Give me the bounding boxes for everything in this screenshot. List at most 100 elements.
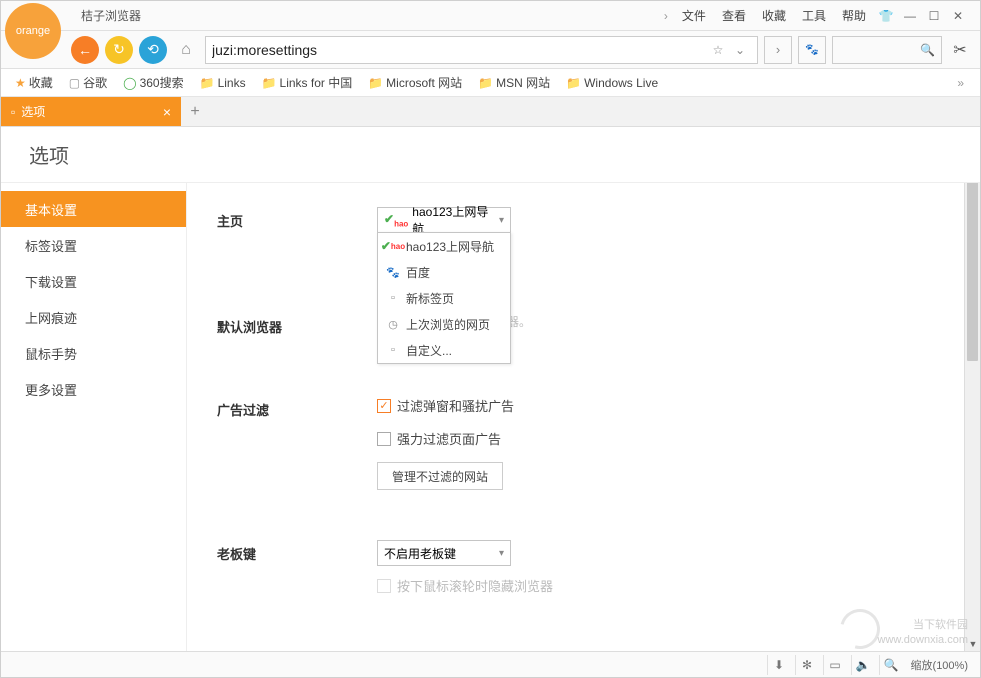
bookmarks-bar: ★收藏 ▢谷歌 ◯360搜索 📁Links 📁Links for 中国 📁Mic… xyxy=(1,69,980,97)
back-button[interactable]: ← xyxy=(71,36,99,64)
adblock-label: 广告过滤 xyxy=(217,396,377,419)
browser-window: orange 桔子浏览器 › 文件 查看 收藏 工具 帮助 👕 — ☐ ✕ ← … xyxy=(0,0,981,678)
settings-icon[interactable]: ✻ xyxy=(795,655,819,675)
adblock-manage-button[interactable]: 管理不过滤的网站 xyxy=(377,462,503,490)
bosskey-hint-checkbox: 按下鼠标滚轮时隐藏浏览器 xyxy=(377,576,553,595)
dropdown-item-lastsession[interactable]: ◷上次浏览的网页 xyxy=(378,311,510,337)
search-icon[interactable]: 🔍 xyxy=(920,43,935,57)
refresh-button[interactable]: ↻ xyxy=(105,36,133,64)
bosskey-combo[interactable]: 不启用老板键 ▾ xyxy=(377,540,511,566)
star-icon: ★ xyxy=(15,76,26,90)
bookmark-links-cn[interactable]: 📁Links for 中国 xyxy=(256,72,359,93)
caret-down-icon: ▾ xyxy=(499,215,504,226)
folder-icon: 📁 xyxy=(200,76,215,90)
menu-help[interactable]: 帮助 xyxy=(836,5,872,26)
mute-icon[interactable]: 🔈 xyxy=(851,655,875,675)
menu-favorites[interactable]: 收藏 xyxy=(756,5,792,26)
skin-icon[interactable]: 👕 xyxy=(876,6,896,26)
status-bar: ⬇ ✻ ▭ 🔈 🔍 缩放(100%) xyxy=(1,651,980,677)
dropdown-item-custom[interactable]: ▫自定义... xyxy=(378,337,510,363)
close-button[interactable]: ✕ xyxy=(948,6,968,26)
chevron-down-icon[interactable]: ⌄ xyxy=(729,43,751,57)
bookmark-360[interactable]: ◯360搜索 xyxy=(117,72,189,93)
address-bar[interactable]: ☆ ⌄ xyxy=(205,36,758,64)
bookmark-links[interactable]: 📁Links xyxy=(194,74,252,92)
folder-icon: 📁 xyxy=(262,76,277,90)
caret-down-icon: ▾ xyxy=(499,548,504,559)
settings-main: 主页 ✔hao hao123上网导航 ▾ ✔haohao123上网导航 🐾百度 … xyxy=(186,127,964,651)
url-input[interactable] xyxy=(212,42,707,58)
search-box[interactable]: 🔍 xyxy=(832,36,942,64)
dropdown-item-baidu[interactable]: 🐾百度 xyxy=(378,259,510,285)
menu-file[interactable]: 文件 xyxy=(676,5,712,26)
hao123-icon: ✔hao xyxy=(384,212,408,228)
folder-icon: 📁 xyxy=(368,76,383,90)
default-browser-row: 默认浏览器 器。 xyxy=(217,313,964,336)
home-button[interactable]: ⌂ xyxy=(173,37,199,63)
bookmark-microsoft[interactable]: 📁Microsoft 网站 xyxy=(362,72,468,93)
sidebar-item-download[interactable]: 下载设置 xyxy=(1,263,186,299)
bookmark-google[interactable]: ▢谷歌 xyxy=(63,72,113,93)
undo-close-button[interactable]: ⟲ xyxy=(139,36,167,64)
page-title: 选项 xyxy=(1,127,980,183)
bosskey-row: 老板键 不启用老板键 ▾ 按下鼠标滚轮时隐藏浏览器 xyxy=(217,540,964,595)
adblock-popup-checkbox[interactable]: ✓ 过滤弹窗和骚扰广告 xyxy=(377,396,514,415)
tab-strip: ▫ 选项 × + xyxy=(1,97,980,127)
zoom-icon[interactable]: 🔍 xyxy=(879,655,903,675)
folder-icon: 📁 xyxy=(478,76,493,90)
menu-bar: › 文件 查看 收藏 工具 帮助 👕 — ☐ ✕ xyxy=(660,5,972,26)
menu-chevron-icon[interactable]: › xyxy=(660,9,672,23)
tab-close-button[interactable]: × xyxy=(163,104,171,120)
dropdown-item-newtab[interactable]: ▫新标签页 xyxy=(378,285,510,311)
homepage-row: 主页 ✔hao hao123上网导航 ▾ ✔haohao123上网导航 🐾百度 … xyxy=(217,207,964,233)
default-browser-label: 默认浏览器 xyxy=(217,313,377,336)
page-icon: ▫ xyxy=(386,292,400,304)
title-bar: 桔子浏览器 › 文件 查看 收藏 工具 帮助 👕 — ☐ ✕ xyxy=(1,1,980,31)
baidu-icon: 🐾 xyxy=(386,266,400,279)
download-icon[interactable]: ⬇ xyxy=(767,655,791,675)
go-button[interactable]: › xyxy=(764,36,792,64)
folder-icon: 📁 xyxy=(566,76,581,90)
page-content: 选项 基本设置 标签设置 下载设置 上网痕迹 鼠标手势 更多设置 主页 ✔hao… xyxy=(1,127,980,651)
checkbox-icon xyxy=(377,432,391,446)
screen-icon[interactable]: ▭ xyxy=(823,655,847,675)
page-icon: ▢ xyxy=(69,76,80,90)
bookmarks-overflow[interactable]: » xyxy=(949,72,972,94)
sidebar-item-gestures[interactable]: 鼠标手势 xyxy=(1,335,186,371)
bookmarks-fav[interactable]: ★收藏 xyxy=(9,72,59,93)
menu-tools[interactable]: 工具 xyxy=(796,5,832,26)
globe-icon: ◯ xyxy=(123,76,136,90)
sidebar-item-basic[interactable]: 基本设置 xyxy=(1,191,186,227)
page-icon: ▫ xyxy=(11,105,15,119)
bookmark-msn[interactable]: 📁MSN 网站 xyxy=(472,72,556,93)
page-icon: ▫ xyxy=(386,344,400,356)
hao123-icon: ✔hao xyxy=(386,239,400,253)
vertical-scrollbar[interactable]: ▲ ▼ xyxy=(964,127,980,651)
star-icon[interactable]: ☆ xyxy=(707,43,729,57)
sidebar-item-tabs[interactable]: 标签设置 xyxy=(1,227,186,263)
homepage-label: 主页 xyxy=(217,207,377,230)
checkbox-disabled-icon xyxy=(377,579,391,593)
scroll-down-icon[interactable]: ▼ xyxy=(966,637,980,651)
homepage-combo[interactable]: ✔hao hao123上网导航 ▾ xyxy=(377,207,511,233)
adblock-strong-checkbox[interactable]: 强力过滤页面广告 xyxy=(377,429,514,448)
bosskey-selected: 不启用老板键 xyxy=(384,545,456,562)
toolbar: ← ↻ ⟲ ⌂ ☆ ⌄ › 🐾 🔍 ✂ xyxy=(1,31,980,69)
app-logo: orange xyxy=(5,3,61,59)
sidebar-item-history[interactable]: 上网痕迹 xyxy=(1,299,186,335)
zoom-level[interactable]: 缩放(100%) xyxy=(907,657,972,673)
screenshot-button[interactable]: ✂ xyxy=(948,40,972,60)
bosskey-label: 老板键 xyxy=(217,540,377,563)
checkbox-checked-icon: ✓ xyxy=(377,399,391,413)
tab-title: 选项 xyxy=(21,103,45,120)
sidebar-item-more[interactable]: 更多设置 xyxy=(1,371,186,407)
menu-view[interactable]: 查看 xyxy=(716,5,752,26)
new-tab-button[interactable]: + xyxy=(181,97,209,126)
dropdown-item-hao123[interactable]: ✔haohao123上网导航 xyxy=(378,233,510,259)
search-engine-selector[interactable]: 🐾 xyxy=(798,36,826,64)
minimize-button[interactable]: — xyxy=(900,6,920,26)
tab-options[interactable]: ▫ 选项 × xyxy=(1,97,181,126)
maximize-button[interactable]: ☐ xyxy=(924,6,944,26)
bookmark-winlive[interactable]: 📁Windows Live xyxy=(560,74,664,92)
adblock-row: 广告过滤 ✓ 过滤弹窗和骚扰广告 强力过滤页面广告 管理不过滤的网站 xyxy=(217,396,964,490)
